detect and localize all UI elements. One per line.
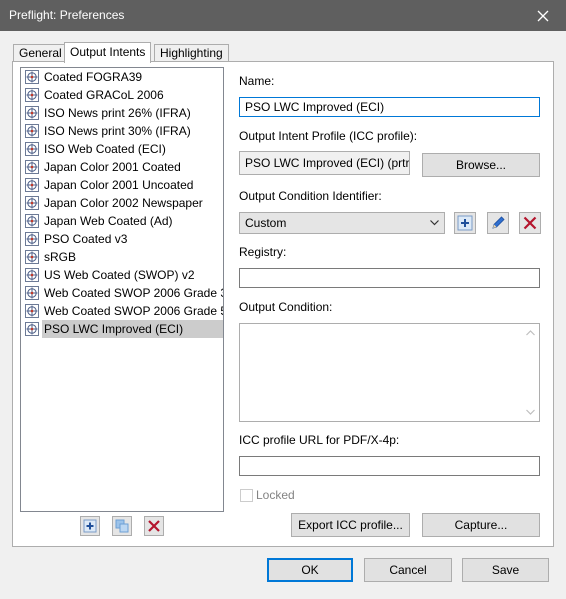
profile-list-item-label: ISO News print 30% (IFRA) bbox=[44, 124, 191, 138]
condition-id-select[interactable]: Custom bbox=[239, 212, 445, 234]
icc-profile-icon bbox=[25, 88, 39, 102]
icc-url-label: ICC profile URL for PDF/X-4p: bbox=[239, 433, 400, 447]
icc-profile-icon bbox=[25, 304, 39, 318]
save-button[interactable]: Save bbox=[462, 558, 549, 582]
profile-list-item[interactable]: PSO Coated v3 bbox=[21, 230, 223, 248]
profile-list-item[interactable]: sRGB bbox=[21, 248, 223, 266]
add-condition-button[interactable] bbox=[454, 212, 476, 234]
tab-general-label: General bbox=[19, 46, 62, 60]
icc-profile-icon bbox=[25, 106, 39, 120]
output-condition-scrollbar[interactable] bbox=[522, 324, 539, 421]
icc-profile-icon bbox=[25, 124, 39, 138]
profile-list-item[interactable]: Japan Color 2001 Uncoated bbox=[21, 176, 223, 194]
icc-profile-icon bbox=[25, 70, 39, 84]
tab-general[interactable]: General bbox=[13, 44, 68, 62]
delete-icon bbox=[523, 216, 537, 230]
name-label: Name: bbox=[239, 74, 275, 88]
window-title: Preflight: Preferences bbox=[9, 8, 125, 22]
output-condition-label: Output Condition: bbox=[239, 300, 333, 314]
locked-label: Locked bbox=[256, 488, 295, 502]
condition-id-value: Custom bbox=[245, 216, 287, 230]
profile-list-item[interactable]: Japan Color 2001 Coated bbox=[21, 158, 223, 176]
icc-profile-icon bbox=[25, 268, 39, 282]
ok-button[interactable]: OK bbox=[267, 558, 353, 582]
pencil-icon bbox=[492, 216, 505, 229]
icc-profile-icon bbox=[25, 196, 39, 210]
profile-list-item-label: sRGB bbox=[44, 250, 77, 264]
profile-list-item[interactable]: PSO LWC Improved (ECI) bbox=[21, 320, 223, 338]
profile-list-item-label: Coated GRACoL 2006 bbox=[44, 88, 164, 102]
tab-output-intents[interactable]: Output Intents bbox=[64, 42, 152, 63]
profile-list-item[interactable]: US Web Coated (SWOP) v2 bbox=[21, 266, 223, 284]
edit-condition-button[interactable] bbox=[487, 212, 509, 234]
delete-icon bbox=[148, 520, 160, 532]
chevron-down-icon bbox=[526, 409, 535, 415]
profile-list-item[interactable]: Web Coated SWOP 2006 Grade 5 Paper bbox=[21, 302, 223, 320]
profile-list-item[interactable]: ISO News print 26% (IFRA) bbox=[21, 104, 223, 122]
delete-condition-button[interactable] bbox=[519, 212, 541, 234]
profile-list-item-label: Web Coated SWOP 2006 Grade 5 Paper bbox=[44, 304, 223, 318]
profile-list-item-label: Japan Color 2001 Uncoated bbox=[44, 178, 194, 192]
profile-list-item-label: Web Coated SWOP 2006 Grade 3 Paper bbox=[44, 286, 223, 300]
add-icon bbox=[83, 519, 97, 533]
add-profile-button[interactable] bbox=[80, 516, 100, 536]
icc-profile-icon bbox=[25, 322, 39, 336]
close-icon bbox=[537, 10, 549, 22]
profile-list-item[interactable]: Coated GRACoL 2006 bbox=[21, 86, 223, 104]
registry-field[interactable] bbox=[239, 268, 540, 288]
profile-list-item[interactable]: Japan Web Coated (Ad) bbox=[21, 212, 223, 230]
title-bar: Preflight: Preferences bbox=[0, 0, 566, 31]
profile-list-item[interactable]: Web Coated SWOP 2006 Grade 3 Paper bbox=[21, 284, 223, 302]
output-condition-field[interactable] bbox=[239, 323, 540, 422]
icc-profile-field[interactable]: PSO LWC Improved (ECI) (prtr, CMYK) bbox=[239, 151, 410, 175]
tab-output-intents-label: Output Intents bbox=[70, 45, 146, 59]
profile-list-item[interactable]: Coated FOGRA39 bbox=[21, 68, 223, 86]
duplicate-profile-button[interactable] bbox=[112, 516, 132, 536]
profile-list-item-label: Japan Color 2001 Coated bbox=[44, 160, 181, 174]
add-icon bbox=[457, 215, 473, 231]
profile-list-item-label: Coated FOGRA39 bbox=[44, 70, 143, 84]
profile-list-item-label: PSO Coated v3 bbox=[44, 232, 128, 246]
chevron-up-icon bbox=[526, 330, 535, 336]
delete-profile-button[interactable] bbox=[144, 516, 164, 536]
profile-list-item-label: ISO News print 26% (IFRA) bbox=[44, 106, 191, 120]
icc-profile-icon bbox=[25, 178, 39, 192]
locked-checkbox[interactable] bbox=[240, 489, 253, 502]
tab-highlighting-label: Highlighting bbox=[160, 46, 223, 60]
profile-list-item-label: US Web Coated (SWOP) v2 bbox=[44, 268, 195, 282]
export-icc-button[interactable]: Export ICC profile... bbox=[291, 513, 410, 537]
profile-list[interactable]: Coated FOGRA39 Coated GRACoL 2006 ISO News… bbox=[20, 67, 224, 512]
name-field[interactable]: PSO LWC Improved (ECI) bbox=[239, 97, 540, 117]
tab-highlighting[interactable]: Highlighting bbox=[154, 44, 229, 62]
icc-profile-icon bbox=[25, 160, 39, 174]
chevron-down-icon bbox=[430, 220, 439, 226]
duplicate-icon bbox=[115, 519, 129, 533]
profile-list-item-label: Japan Color 2002 Newspaper bbox=[44, 196, 203, 210]
icc-profile-icon bbox=[25, 142, 39, 156]
icc-profile-icon bbox=[25, 214, 39, 228]
icc-profile-label: Output Intent Profile (ICC profile): bbox=[239, 129, 418, 143]
profile-list-item[interactable]: ISO Web Coated (ECI) bbox=[21, 140, 223, 158]
icc-profile-icon bbox=[25, 286, 39, 300]
icc-profile-icon bbox=[25, 232, 39, 246]
browse-button[interactable]: Browse... bbox=[422, 153, 540, 177]
condition-id-label: Output Condition Identifier: bbox=[239, 189, 382, 203]
cancel-button[interactable]: Cancel bbox=[364, 558, 452, 582]
profile-list-item-label: Japan Web Coated (Ad) bbox=[44, 214, 173, 228]
profile-list-item-label: PSO LWC Improved (ECI) bbox=[42, 320, 223, 338]
profile-list-item[interactable]: Japan Color 2002 Newspaper bbox=[21, 194, 223, 212]
capture-button[interactable]: Capture... bbox=[422, 513, 540, 537]
icc-profile-icon bbox=[25, 250, 39, 264]
profile-list-item[interactable]: ISO News print 30% (IFRA) bbox=[21, 122, 223, 140]
close-button[interactable] bbox=[520, 0, 566, 31]
profile-list-item-label: ISO Web Coated (ECI) bbox=[44, 142, 166, 156]
registry-label: Registry: bbox=[239, 245, 287, 259]
icc-url-field[interactable] bbox=[239, 456, 540, 476]
